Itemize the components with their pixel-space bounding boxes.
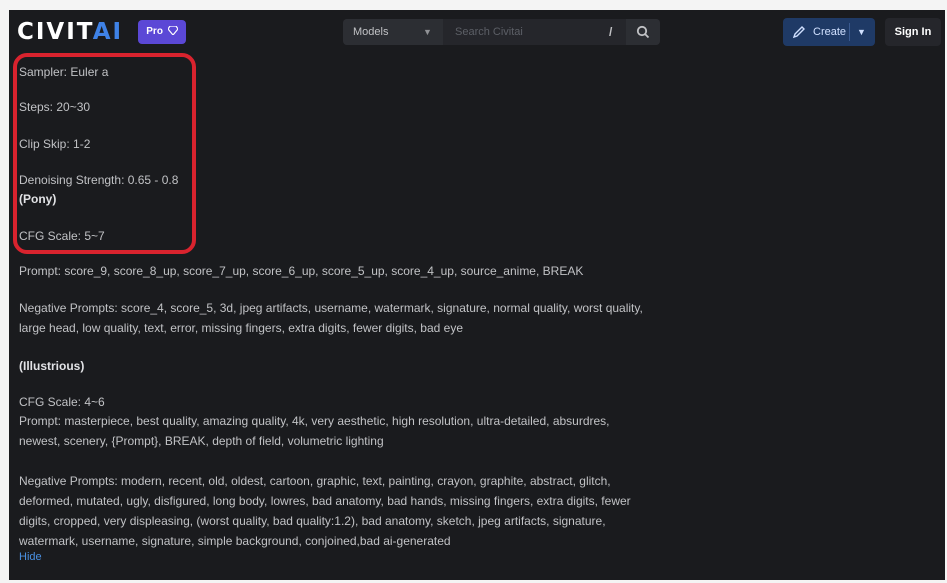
logo-civit-text: CIVIT [17, 19, 93, 45]
hide-link[interactable]: Hide [19, 551, 42, 563]
create-button[interactable]: Create ▼ [783, 18, 875, 46]
search-type-value: Models [353, 26, 389, 38]
illustrious-heading: (Illustrious) [19, 359, 85, 373]
chevron-down-icon: ▼ [423, 27, 432, 37]
pen-icon [792, 26, 805, 39]
create-label: Create [813, 26, 847, 38]
logo-ai-text: AI [92, 19, 124, 45]
create-divider [849, 23, 850, 41]
search-input[interactable]: Search Civitai [455, 19, 523, 45]
app-window: CIVITAI Pro Models ▼ Search Civitai / Cr… [9, 10, 945, 580]
cfg-scale-illustrious-text: CFG Scale: 4~6 [19, 395, 105, 409]
illustrious-prompt-text: Prompt: masterpiece, best quality, amazi… [19, 414, 610, 448]
search-shortcut-hint: / [609, 25, 613, 39]
pony-prompt-text: Prompt: score_9, score_8_up, score_7_up,… [19, 264, 584, 278]
pro-badge-label: Pro [146, 26, 163, 37]
red-highlight-box [13, 53, 196, 254]
pony-negative-prompt-text: Negative Prompts: score_4, score_5, 3d, … [19, 301, 643, 335]
search-bar: Models ▼ Search Civitai / [343, 19, 660, 45]
illustrious-negative-prompt-text: Negative Prompts: modern, recent, old, o… [19, 474, 631, 548]
top-navigation-bar: CIVITAI Pro Models ▼ Search Civitai / Cr… [9, 10, 945, 54]
chevron-down-icon[interactable]: ▼ [857, 18, 866, 46]
search-icon [636, 25, 650, 39]
sign-in-button[interactable]: Sign In [885, 18, 941, 46]
diamond-icon [166, 25, 179, 36]
search-button[interactable] [626, 19, 660, 45]
search-type-select[interactable]: Models ▼ [343, 19, 443, 45]
civitai-logo[interactable]: CIVITAI [17, 19, 123, 45]
pro-badge[interactable]: Pro [138, 20, 186, 44]
